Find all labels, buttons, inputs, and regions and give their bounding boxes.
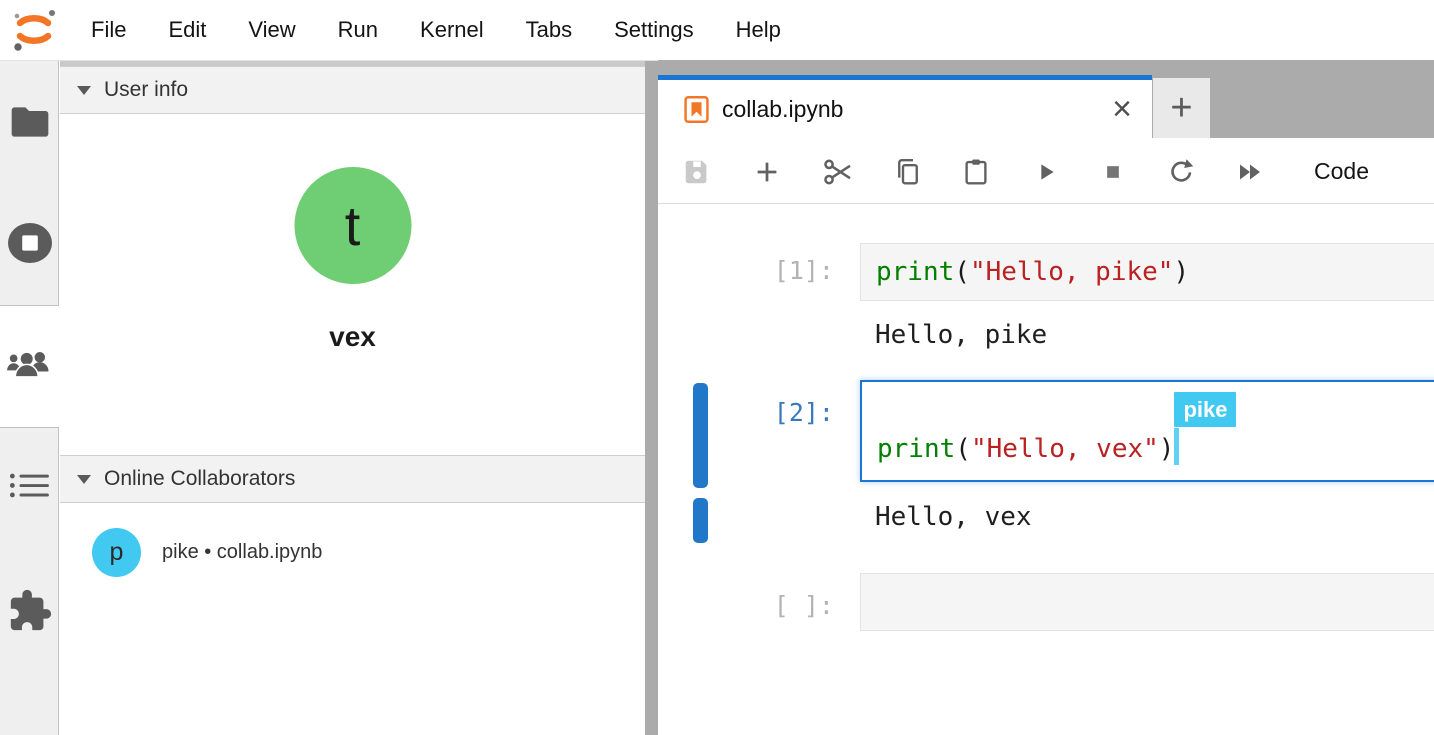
- notebook-toolbar: Code: [658, 138, 1434, 204]
- cut-cells-button[interactable]: [822, 156, 854, 188]
- menu-file[interactable]: File: [70, 0, 147, 60]
- plus-icon: +: [1170, 87, 1192, 130]
- code-token: (: [954, 257, 970, 287]
- online-collaborators-title: Online Collaborators: [104, 467, 295, 491]
- remote-cursor-caret: [1174, 428, 1179, 465]
- file-browser-icon[interactable]: [8, 103, 52, 141]
- new-tab-button[interactable]: +: [1153, 78, 1210, 138]
- restart-kernel-button[interactable]: [1165, 156, 1197, 188]
- extensions-icon[interactable]: [7, 588, 53, 634]
- current-user-avatar: t: [294, 167, 411, 284]
- online-collaborators-section-header[interactable]: Online Collaborators: [60, 455, 645, 503]
- remote-cursor-user-flag: pike: [1174, 392, 1236, 427]
- menu-kernel[interactable]: Kernel: [399, 0, 505, 60]
- collaborator-avatar-initial: p: [110, 538, 124, 567]
- run-cell-button[interactable]: [1030, 156, 1062, 188]
- copy-cells-button[interactable]: [892, 156, 924, 188]
- panel-resize-handle[interactable]: [645, 61, 658, 735]
- code-token: print: [877, 434, 955, 464]
- tab-collab-ipynb[interactable]: collab.ipynb ×: [658, 75, 1152, 138]
- code-token: (: [955, 434, 971, 464]
- left-sidebar-rail: [0, 61, 60, 735]
- cell-3-input[interactable]: [860, 573, 1434, 631]
- collaborator-label: pike • collab.ipynb: [162, 541, 322, 564]
- dock-tab-bar: collab.ipynb × +: [658, 60, 1434, 138]
- cell-2-output-collapser[interactable]: [693, 498, 708, 543]
- menu-run[interactable]: Run: [317, 0, 399, 60]
- cell-1-prompt: [1]:: [658, 253, 834, 289]
- cell-2-output: Hello, vex: [875, 499, 1032, 535]
- collaborator-avatar: p: [92, 528, 141, 577]
- rail-section-top: [0, 61, 59, 306]
- menu-settings[interactable]: Settings: [593, 0, 715, 60]
- table-of-contents-icon[interactable]: [9, 469, 51, 503]
- paste-cells-button[interactable]: [960, 156, 992, 188]
- current-user-name: vex: [60, 321, 645, 353]
- cell-2-prompt: [2]:: [658, 395, 834, 431]
- jupyter-logo-icon: [10, 6, 58, 54]
- code-token: "Hello, vex": [971, 434, 1159, 464]
- restart-run-all-button[interactable]: [1234, 156, 1266, 188]
- code-token: "Hello, pike": [970, 257, 1174, 287]
- collaborators-icon[interactable]: [6, 345, 54, 387]
- collapse-caret-icon: [77, 475, 91, 484]
- tab-close-icon[interactable]: ×: [1112, 92, 1132, 126]
- cell-1-input[interactable]: print("Hello, pike"): [860, 243, 1434, 301]
- menu-bar: File Edit View Run Kernel Tabs Settings …: [0, 0, 1434, 61]
- user-info-title: User info: [104, 78, 188, 102]
- cell-3-prompt: [ ]:: [658, 588, 834, 624]
- code-token: print: [876, 257, 954, 287]
- collaboration-side-panel: User info t vex Online Collaborators p p…: [60, 61, 645, 735]
- code-line-empty: [877, 395, 1434, 431]
- collaborator-list-item[interactable]: p pike • collab.ipynb: [92, 528, 322, 577]
- tab-title: collab.ipynb: [722, 96, 843, 123]
- notebook-file-icon: [684, 95, 709, 124]
- code-token: ): [1159, 434, 1175, 464]
- interrupt-kernel-button[interactable]: [1097, 156, 1129, 188]
- cell-1-output: Hello, pike: [875, 317, 1047, 353]
- cell-type-value: Code: [1314, 158, 1369, 185]
- current-user-avatar-initial: t: [345, 193, 361, 258]
- cell-type-dropdown[interactable]: Code: [1314, 138, 1369, 204]
- cell-2-input[interactable]: print("Hello, vex") pike: [860, 380, 1434, 482]
- notebook-content: [1]: print("Hello, pike") Hello, pike [2…: [658, 205, 1434, 735]
- code-token: ): [1173, 257, 1189, 287]
- running-sessions-icon[interactable]: [6, 221, 54, 265]
- menu-help[interactable]: Help: [715, 0, 802, 60]
- save-button[interactable]: [681, 156, 713, 188]
- menu-items: File Edit View Run Kernel Tabs Settings …: [70, 0, 802, 60]
- menu-edit[interactable]: Edit: [147, 0, 227, 60]
- menu-view[interactable]: View: [227, 0, 316, 60]
- menu-tabs[interactable]: Tabs: [505, 0, 593, 60]
- insert-cell-button[interactable]: [751, 156, 783, 188]
- collapse-caret-icon: [77, 86, 91, 95]
- code-line-empty: [876, 584, 1434, 620]
- main-dock-area: collab.ipynb × +: [658, 60, 1434, 735]
- user-info-section-header[interactable]: User info: [60, 66, 645, 114]
